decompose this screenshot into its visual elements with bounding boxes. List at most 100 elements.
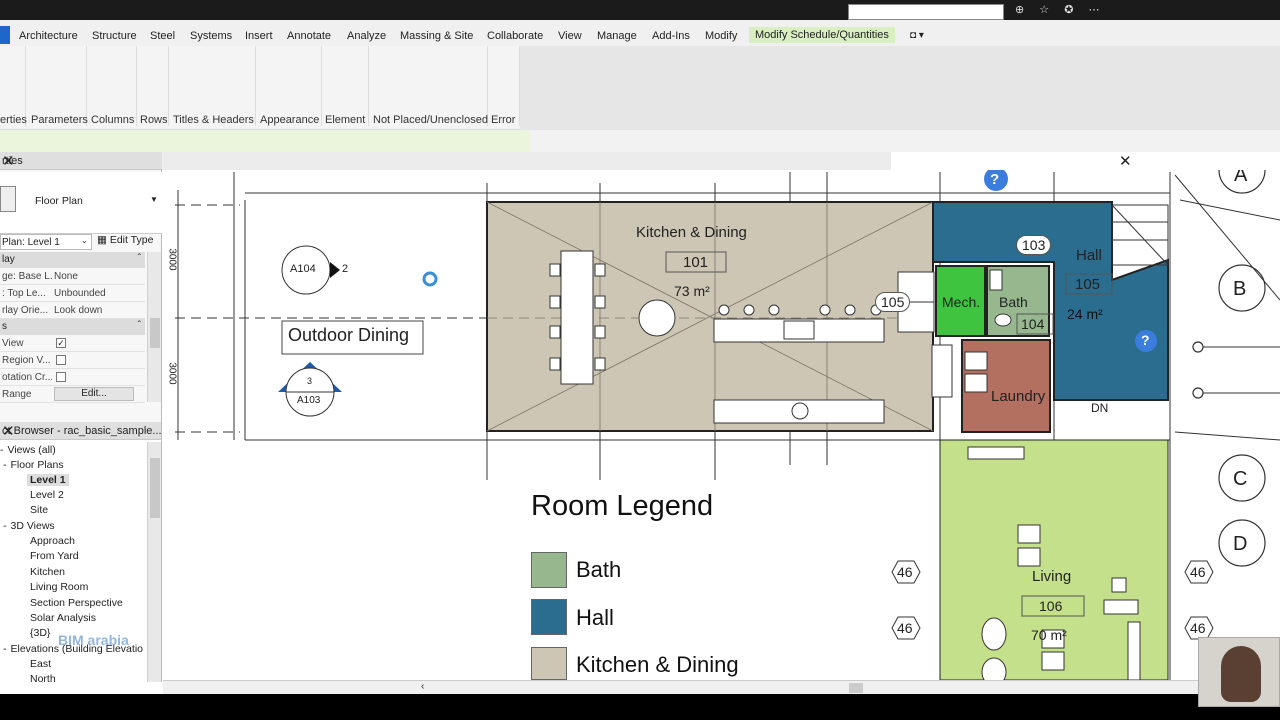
webcam-overlay [1198,637,1280,707]
tab-insert[interactable]: Insert [245,30,273,42]
chevron-down-icon[interactable]: ▼ [150,195,158,204]
callout-sheet[interactable]: A104 [290,263,316,275]
tree-item[interactable]: Living Room [30,581,88,593]
tab-systems[interactable]: Systems [190,30,232,42]
tree-item[interactable]: -3D Views [3,520,55,532]
property-row-crop-region[interactable]: Region V... [0,352,145,369]
tree-item[interactable]: East [30,658,51,670]
tree-item[interactable]: Section Perspective [30,597,123,609]
room-number-living[interactable]: 106 [1039,598,1062,614]
property-group-extents[interactable]: sˆ [0,319,145,335]
tree-item[interactable]: - Floor Plans [3,459,64,471]
legend-label-hall: Hall [576,605,614,630]
property-row[interactable]: : Top Le... Unbounded [0,285,145,302]
room-number-bath[interactable]: 104 [1021,316,1044,332]
grid-bubble-b[interactable]: B [1233,278,1246,301]
grid-bubble-a[interactable]: A [1234,170,1247,187]
grid-bubble-c[interactable]: C [1233,468,1247,491]
checkbox[interactable] [56,372,66,382]
tab-view[interactable]: View [558,30,582,42]
close-properties-icon[interactable]: ✕ [2,152,157,170]
room-name-hall[interactable]: Hall [1076,247,1102,264]
panel-properties[interactable]: erties [0,114,27,126]
tab-modify[interactable]: Modify [705,30,737,42]
panel-not-placed-unenclosed[interactable]: Not Placed/Unenclosed [373,114,488,126]
tree-item[interactable]: - Views (all) [0,444,56,456]
tree-item[interactable]: Solar Analysis [30,612,96,624]
tab-add-ins[interactable]: Add-Ins [652,30,690,42]
tree-item[interactable]: Kitchen [30,566,65,578]
property-row[interactable]: rlay Orie... Look down [0,302,145,319]
drawing-canvas[interactable]: Kitchen & Dining 101 73 m² Hall 105 24 m… [163,170,1280,680]
close-view-icon[interactable]: ✕ [1119,152,1132,170]
checkbox[interactable]: ✓ [56,338,66,348]
panel-columns[interactable]: Columns [91,114,134,126]
tab-architecture[interactable]: Architecture [19,30,78,42]
file-tab[interactable] [0,26,10,44]
room-name-mech[interactable]: Mech. [942,294,980,310]
room-name-living[interactable]: Living [1032,568,1071,585]
tree-item[interactable]: North [30,673,56,682]
tree-item[interactable]: Level 2 [30,489,64,501]
properties-scrollbar[interactable] [147,252,161,402]
browser-scrollbar[interactable] [147,442,161,682]
ribbon-options-icon[interactable]: ◘ ▾ [910,30,924,41]
close-browser-icon[interactable]: ✕ [2,422,157,440]
level-tag[interactable]: 46 [897,564,913,580]
door-tag[interactable]: 103 [1016,235,1052,255]
panel-appearance[interactable]: Appearance [260,114,319,126]
dimension-label[interactable]: 3000 [167,248,178,270]
edit-view-range-button[interactable]: Edit... [54,387,134,401]
panel-parameters[interactable]: Parameters [31,114,88,126]
grid-bubble-d[interactable]: D [1233,533,1247,556]
tree-item[interactable]: {3D} [30,627,50,639]
tab-collaborate[interactable]: Collaborate [487,30,543,42]
instance-selector[interactable]: Plan: Level 1 ⌄ [0,234,92,250]
dimension-label[interactable]: 3000 [167,362,178,384]
property-row[interactable]: ge: Base L...None [0,268,145,285]
floor-plan-drawing [175,170,1280,680]
tab-modify-schedule-quantities[interactable]: Modify Schedule/Quantities [749,27,895,43]
search-input[interactable] [848,4,1004,20]
tab-massing-site[interactable]: Massing & Site [400,30,473,42]
help-icon[interactable]: ? [990,171,999,188]
room-name-laundry[interactable]: Laundry [991,388,1045,405]
type-selector[interactable]: Floor Plan ▼ [0,172,162,234]
property-row-crop-view[interactable]: View ✓ [0,335,145,352]
room-number-hall[interactable]: 105 [1075,276,1100,293]
tab-annotate[interactable]: Annotate [287,30,331,42]
panel-element[interactable]: Element [325,114,365,126]
property-row-view-range[interactable]: Range Edit... [0,386,145,403]
panel-rows[interactable]: Rows [140,114,168,126]
tree-item[interactable]: Approach [30,535,75,547]
edit-type-button[interactable]: ▦ Edit Type [97,234,153,246]
level-tag[interactable]: 46 [1190,620,1206,636]
door-tag[interactable]: 105 [875,292,911,312]
tree-item-level-1[interactable]: Level 1 [27,474,69,486]
outdoor-dining-label[interactable]: Outdoor Dining [288,325,409,346]
panel-error[interactable]: Error [491,114,515,126]
tab-analyze[interactable]: Analyze [347,30,386,42]
room-name-bath[interactable]: Bath [999,294,1028,310]
level-tag[interactable]: 46 [1190,564,1206,580]
options-bar [0,130,1280,152]
property-row-annotation-crop[interactable]: otation Cr... [0,369,145,386]
help-icon[interactable]: ? [1141,332,1150,348]
tree-item[interactable]: From Yard [30,550,79,562]
properties-palette: rties ✕ Floor Plan ▼ Plan: Level 1 ⌄ ▦ E… [0,152,162,422]
tab-steel[interactable]: Steel [150,30,175,42]
room-area-living: 70 m² [1031,627,1067,643]
tab-structure[interactable]: Structure [92,30,137,42]
canvas-horizontal-scrollbar[interactable]: ‹ [163,680,1280,694]
panel-titles-headers[interactable]: Titles & Headers [173,114,254,126]
scroll-left-icon[interactable]: ‹ [421,681,424,692]
room-number-kitchen[interactable]: 101 [683,254,708,271]
level-tag[interactable]: 46 [897,620,913,636]
checkbox[interactable] [56,355,66,365]
tree-item[interactable]: Site [30,504,48,516]
property-group-graphics[interactable]: lay ˆ [0,252,145,268]
room-name-kitchen[interactable]: Kitchen & Dining [636,224,747,241]
scroll-thumb[interactable] [849,683,863,693]
tab-manage[interactable]: Manage [597,30,637,42]
section-sheet[interactable]: A103 [297,395,320,406]
